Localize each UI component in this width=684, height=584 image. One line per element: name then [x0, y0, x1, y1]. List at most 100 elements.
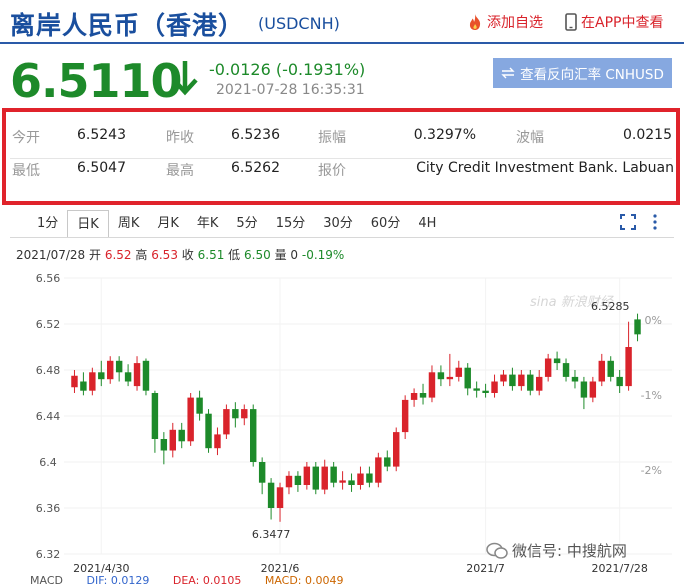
- candle-body: [250, 409, 257, 462]
- candle-body: [339, 480, 346, 483]
- pct-tick-label: 0%: [645, 314, 662, 327]
- info-close: 6.51: [197, 248, 225, 262]
- low-value: 6.5047: [77, 160, 126, 176]
- high-label: 最高: [166, 163, 194, 179]
- y-tick-label: 6.52: [36, 318, 61, 331]
- quote-row-divider: [10, 158, 672, 159]
- candle-body: [205, 413, 212, 449]
- wechat-watermark: 微信号: 中搜航网: [486, 540, 627, 561]
- wechat-icon: [486, 542, 508, 559]
- more-vertical-icon[interactable]: [652, 213, 658, 231]
- candle-body: [241, 409, 248, 419]
- swap-icon: [501, 67, 515, 79]
- tab-3[interactable]: 月K: [148, 210, 188, 238]
- y-tick-label: 6.36: [36, 502, 61, 515]
- candle-body: [276, 487, 284, 508]
- header-bar: 离岸人民币（香港） (USDCNH) 添加自选 在APP中查看: [0, 0, 684, 44]
- tab-2[interactable]: 周K: [109, 210, 149, 238]
- candle-body: [366, 473, 373, 483]
- candle-body: [589, 381, 597, 398]
- info-high: 6.53: [151, 248, 178, 262]
- y-tick-label: 6.32: [36, 548, 61, 561]
- y-tick-label: 6.56: [36, 272, 61, 285]
- add-favorite-button[interactable]: 添加自选: [467, 12, 543, 32]
- pct-tick-label: -1%: [641, 389, 662, 402]
- info-vol-label: 量: [274, 248, 287, 262]
- open-label: 今开: [12, 130, 40, 146]
- tab-4[interactable]: 年K: [188, 210, 228, 238]
- amplitude-label: 振幅: [318, 130, 346, 146]
- candle-body: [473, 388, 480, 391]
- candle-body: [160, 439, 168, 451]
- tab-0[interactable]: 1分: [28, 210, 67, 238]
- y-tick-label: 6.48: [36, 364, 61, 377]
- period-tabs: 1分 日K 周K 月K 年K 5分 15分 30分 60分 4H: [28, 210, 445, 238]
- tab-7[interactable]: 30分: [314, 210, 362, 238]
- info-low: 6.50: [244, 248, 271, 262]
- candle-body: [321, 466, 328, 490]
- y-tick-label: 6.44: [36, 410, 61, 423]
- tab-1[interactable]: 日K: [67, 210, 109, 238]
- candle-body: [634, 319, 641, 335]
- tabs-divider: [10, 237, 674, 238]
- candle-body: [89, 372, 96, 391]
- candle-body: [598, 360, 605, 382]
- candle-body: [107, 360, 114, 380]
- candle-body: [232, 409, 239, 419]
- fire-icon: [469, 14, 481, 30]
- info-high-label: 高: [135, 248, 148, 262]
- x-tick-label: 2021/6: [261, 562, 300, 574]
- candle-body: [357, 473, 364, 485]
- candle-body: [491, 381, 498, 393]
- info-vol: 0: [290, 248, 299, 262]
- reverse-rate-button[interactable]: 查看反向汇率 CNHUSD: [493, 58, 672, 88]
- candle-body: [518, 374, 525, 387]
- wave-label: 波幅: [516, 130, 544, 146]
- candle-body: [428, 372, 436, 398]
- fullscreen-icon[interactable]: [620, 214, 636, 230]
- candle-body: [571, 376, 579, 382]
- prev-close-value: 6.5236: [231, 127, 280, 143]
- candle-body: [384, 457, 391, 467]
- candle-body: [562, 363, 570, 377]
- candle-body: [142, 360, 150, 391]
- candle-body: [437, 372, 445, 380]
- wave-value: 0.0215: [623, 127, 672, 143]
- candle-body: [580, 381, 588, 398]
- price-change: -0.0126 (-0.1931%): [209, 60, 366, 79]
- candle-body: [223, 409, 230, 435]
- prev-close-label: 昨收: [166, 130, 194, 146]
- info-low-label: 低: [228, 248, 241, 262]
- candle-body: [607, 360, 614, 377]
- open-in-app-label: 在APP中查看: [581, 15, 664, 31]
- tab-8[interactable]: 60分: [362, 210, 410, 238]
- candle-body: [258, 462, 266, 483]
- candle-body: [616, 376, 623, 387]
- candle-body: [527, 374, 534, 391]
- candle-body: [482, 390, 489, 393]
- candle-body: [124, 372, 132, 382]
- quote-summary-box: 今开 6.5243 昨收 6.5236 振幅 0.3297% 波幅 0.0215…: [2, 108, 680, 205]
- candle-body: [464, 367, 471, 389]
- open-in-app-button[interactable]: 在APP中查看: [565, 12, 663, 32]
- macd-line: MACD DIF: 0.0129 DEA: 0.0105 MACD: 0.004…: [30, 574, 364, 584]
- tab-9[interactable]: 4H: [409, 210, 445, 238]
- kline-chart[interactable]: 6.566.526.486.446.46.366.321%0%-1%-2%202…: [0, 264, 684, 574]
- candle-body: [285, 475, 293, 488]
- candle-body: [151, 393, 159, 439]
- tab-6[interactable]: 15分: [267, 210, 315, 238]
- pct-tick-label: -2%: [641, 464, 662, 477]
- candle-body: [187, 397, 194, 442]
- candle-body: [196, 397, 203, 414]
- source-value: City Credit Investment Bank. Labuan: [416, 160, 674, 176]
- candle-body: [553, 358, 561, 364]
- candle-body: [455, 367, 462, 377]
- current-price: 6.5110: [10, 54, 183, 108]
- candle-body: [536, 376, 543, 391]
- tab-5[interactable]: 5分: [227, 210, 266, 238]
- down-arrow-icon: [172, 61, 198, 96]
- candle-body: [410, 393, 418, 400]
- open-value: 6.5243: [77, 127, 126, 143]
- reverse-rate-label: 查看反向汇率 CNHUSD: [520, 67, 664, 83]
- candle-body: [544, 358, 552, 377]
